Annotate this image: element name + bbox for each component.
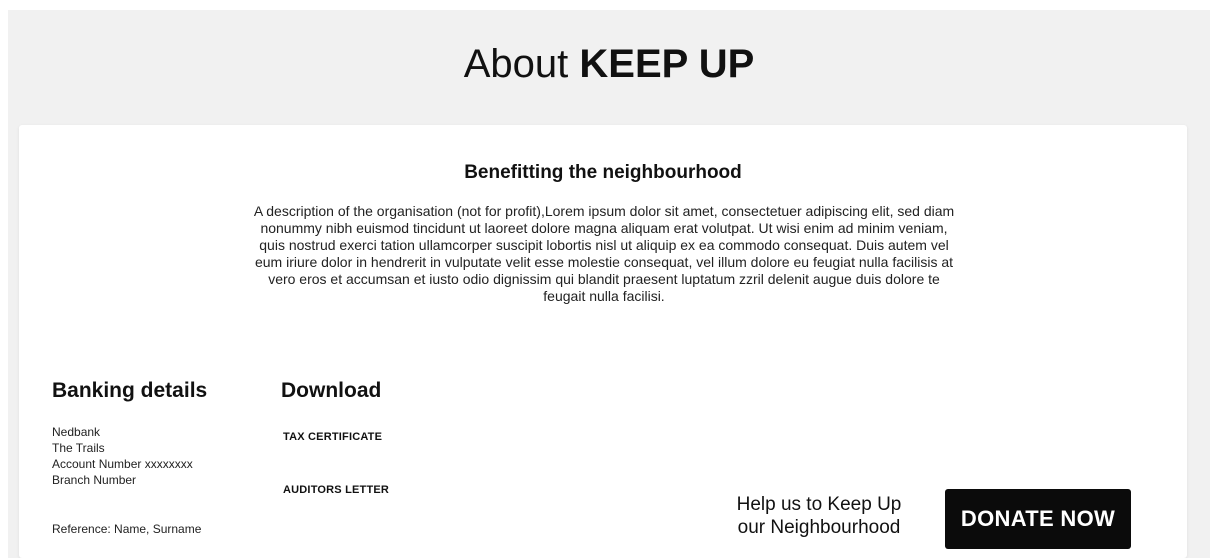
page-title-prefix: About [463,42,580,86]
banking-details-title: Banking details [52,379,208,402]
intro-heading: Benefitting the neighbourhood [464,162,742,183]
donate-prompt: Help us to Keep Up our Neighbourhood [709,493,929,539]
tax-certificate-link[interactable]: TAX CERTIFICATE [283,431,382,443]
donate-prompt-line-1: Help us to Keep Up [736,494,902,515]
payment-reference: Reference: Name, Surname [52,522,202,536]
intro-description: A description of the organisation (not f… [253,203,955,304]
bank-branch: The Trails [52,441,105,455]
banking-details-list: Nedbank The Trails Account Number xxxxxx… [52,424,193,488]
about-card: Benefitting the neighbourhood A descript… [19,125,1187,558]
page-title-brand: KEEP UP [579,42,755,86]
donate-prompt-line-2: our Neighbourhood [737,517,901,538]
bank-name: Nedbank [52,425,101,439]
download-title: Download [281,379,382,402]
branch-number: Branch Number [52,473,137,487]
auditors-letter-link[interactable]: AUDITORS LETTER [283,484,389,496]
page-title: About KEEP UP [8,40,1210,88]
about-page: About KEEP UP Benefitting the neighbourh… [8,10,1210,558]
account-number: Account Number xxxxxxxx [52,457,193,471]
donate-now-button[interactable]: DONATE NOW [945,489,1131,549]
